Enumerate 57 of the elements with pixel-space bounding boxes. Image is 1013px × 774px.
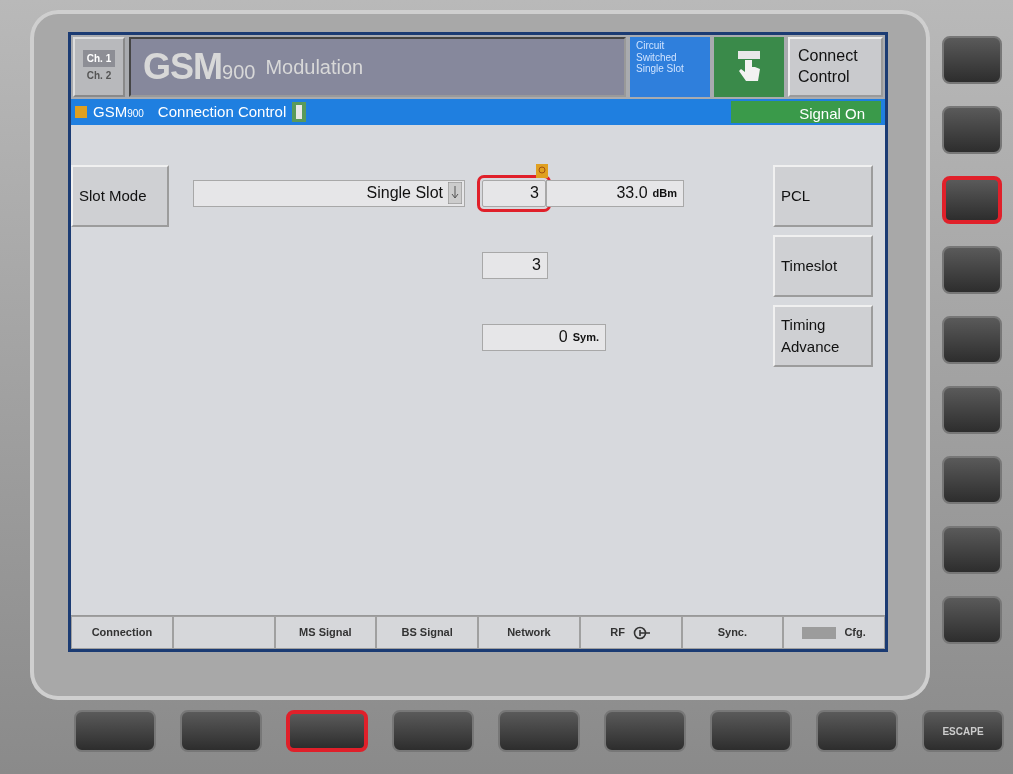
screen-title: Modulation xyxy=(265,55,364,80)
blank-tab[interactable] xyxy=(172,616,275,649)
menu-tab[interactable]: Network xyxy=(478,616,580,649)
hardware-key[interactable] xyxy=(74,710,156,752)
hardware-key[interactable] xyxy=(942,596,1002,644)
hardware-key[interactable] xyxy=(942,316,1002,364)
marker-icon xyxy=(536,163,548,178)
hardware-key[interactable] xyxy=(942,176,1002,224)
hardware-key[interactable] xyxy=(942,106,1002,154)
menu-tab[interactable]: Sync. xyxy=(681,616,784,649)
menu-tab[interactable]: Cfg. xyxy=(783,616,885,649)
field-value: 0 xyxy=(558,327,568,347)
hardware-key[interactable] xyxy=(816,710,898,752)
field-unit: Sym. xyxy=(572,329,599,345)
connect-control-button[interactable]: Connect Control xyxy=(788,37,883,97)
menu-tab[interactable]: MS Signal xyxy=(274,616,377,649)
rf-connector-icon xyxy=(632,625,651,640)
menu-title: Connection Control xyxy=(157,101,287,122)
hardware-key[interactable] xyxy=(498,710,580,752)
dropdown-value: Single Slot xyxy=(366,183,443,203)
tab-label: Cfg. xyxy=(844,625,866,641)
number-field[interactable]: 3 xyxy=(482,251,548,279)
band-label: 900 xyxy=(127,107,144,119)
connection-status: Circuit Switched Single Slot xyxy=(630,37,710,97)
hardware-key[interactable] xyxy=(942,386,1002,434)
hardware-key[interactable] xyxy=(392,710,474,752)
hardware-key[interactable] xyxy=(286,710,368,752)
hardware-key[interactable] xyxy=(942,456,1002,504)
field-value: 3 xyxy=(532,255,541,275)
channel-tab[interactable]: Ch. 2 xyxy=(82,67,116,84)
system-name: GSM xyxy=(143,46,222,87)
hardware-key[interactable] xyxy=(942,36,1002,84)
hardware-key[interactable] xyxy=(942,526,1002,574)
hardware-key[interactable] xyxy=(604,710,686,752)
softkey-button[interactable]: Slot Mode xyxy=(71,165,169,227)
dropdown-arrow-icon[interactable] xyxy=(448,182,462,204)
menu-tab[interactable]: Connection xyxy=(71,616,173,649)
menu-tab[interactable]: RF xyxy=(579,616,682,649)
hand-pointer-icon xyxy=(736,50,762,84)
softkey-button[interactable]: PCL xyxy=(773,165,873,227)
hardware-key[interactable] xyxy=(942,246,1002,294)
phone-icon xyxy=(292,102,307,122)
escape-key[interactable]: ESCAPE xyxy=(922,710,1004,752)
reading-value: 33.0 xyxy=(616,183,648,203)
signal-state: Signal On xyxy=(731,101,881,123)
label-icon xyxy=(802,626,837,639)
number-field[interactable]: 0 Sym. xyxy=(482,323,606,351)
slot-mode-dropdown[interactable]: Single Slot xyxy=(193,179,465,207)
menu-system: GSM xyxy=(93,102,128,120)
softkey-button[interactable]: Timing Advance xyxy=(773,305,873,367)
hardware-key[interactable] xyxy=(180,710,262,752)
band-name: 900 xyxy=(222,61,256,83)
softkey-button[interactable]: Timeslot xyxy=(773,235,873,297)
hardware-key[interactable] xyxy=(710,710,792,752)
reading-unit: dBm xyxy=(652,185,677,201)
menu-icon xyxy=(75,106,87,118)
menu-tab[interactable]: BS Signal xyxy=(376,616,478,649)
